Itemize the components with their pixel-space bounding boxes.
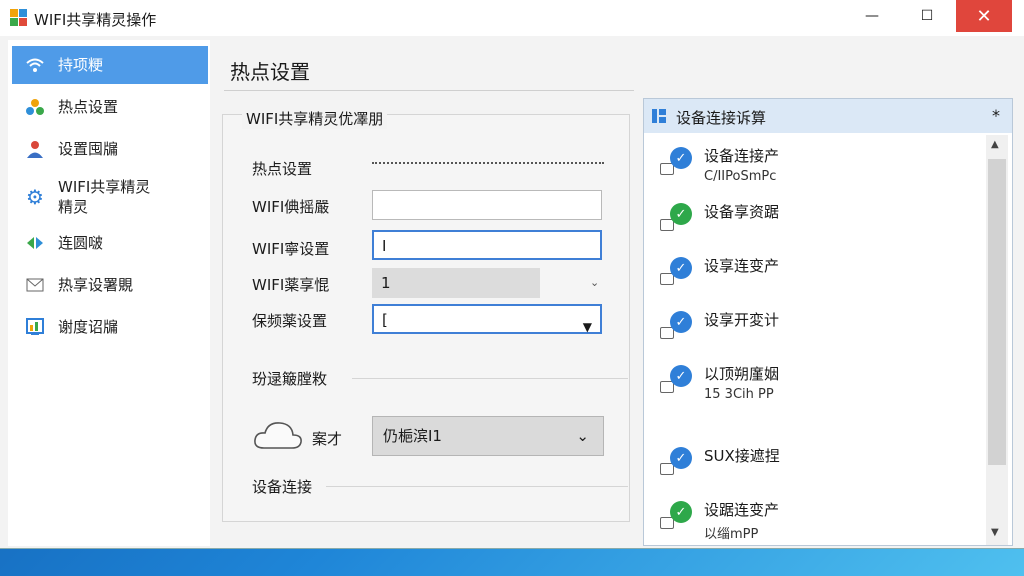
panel-title: 设备连接诉算: [676, 109, 767, 127]
device-item[interactable]: ✓ SUX接遮捏: [654, 441, 974, 487]
device-item[interactable]: ✓ 设踞连变产 以缁mPP: [654, 495, 974, 545]
maximize-button[interactable]: ☐: [905, 0, 949, 32]
sidebar-item-connections[interactable]: 连圆啵: [12, 224, 208, 262]
arrows-icon: [24, 232, 46, 254]
mode-dropdown-value: 仍梔滨I1: [383, 427, 442, 445]
device-status-icon: ✓: [660, 365, 692, 395]
hotspot-label: 热点设置: [252, 160, 313, 178]
device-name: 设享开変计: [704, 311, 780, 329]
sidebar-item-share-settings[interactable]: 热享设署覞: [12, 266, 208, 304]
mail-icon: [24, 274, 46, 296]
window-title: WIFI共享精灵操作: [34, 11, 157, 29]
sidebar-item-label: WIFI共享精灵 精灵: [58, 178, 151, 216]
sidebar-item-overview[interactable]: 持项粳: [12, 46, 208, 84]
title-bar: WIFI共享精灵操作 — ☐ ✕: [0, 0, 1024, 36]
dropdown-label: 案才: [312, 430, 343, 448]
field-label: 保频薬设置: [252, 312, 328, 330]
chevron-down-icon: ⌄: [576, 427, 589, 445]
pin-button[interactable]: *: [992, 106, 1000, 125]
sidebar-item-label: 热点设置: [58, 98, 119, 116]
share-select[interactable]: 1: [372, 268, 540, 298]
device-name: 设踞连变产: [704, 501, 780, 519]
group-title: WIFI共享精灵优凙朋: [242, 108, 388, 129]
sidebar-item-hotspot[interactable]: 热点设置: [12, 88, 208, 126]
scrollbar-thumb[interactable]: [988, 159, 1006, 465]
page-title: 热点设置: [230, 60, 310, 84]
password-input[interactable]: I: [372, 230, 602, 260]
device-status-icon: ✓: [660, 447, 692, 477]
channel-dropdown[interactable]: [ ▼: [372, 304, 602, 334]
dots-icon: [24, 96, 46, 118]
scroll-down-icon[interactable]: ▼: [991, 527, 999, 538]
device-status-icon: ✓: [660, 257, 692, 287]
device-item[interactable]: ✓ 设享开変计: [654, 305, 974, 351]
main-content: 热点设置 WIFI共享精灵优凙朋 热点设置 WIFI倎摇嚴 WIFI寧设置 I …: [214, 40, 634, 546]
scroll-up-icon[interactable]: ▲: [991, 139, 999, 150]
close-button[interactable]: ✕: [956, 0, 1012, 32]
app-logo-icon: [10, 9, 27, 26]
device-status-icon: ✓: [660, 203, 692, 233]
device-status-icon: ✓: [660, 147, 692, 177]
sidebar-item-label: 持项粳: [58, 56, 104, 74]
dotted-divider: [372, 162, 604, 164]
sidebar-item-label: 设置囤牖: [58, 140, 119, 158]
wifi-icon: [24, 54, 46, 76]
device-name: 设备享资踞: [704, 203, 780, 221]
section-label: 玢逯簸膛敉: [252, 370, 328, 388]
sidebar: 持项粳 热点设置 设置囤牖 ⚙ WIFI共享精灵 精灵 连圆啵 热享设署覞 谢度…: [8, 40, 210, 546]
section-label: 设备连接: [252, 478, 313, 496]
gear-icon: ⚙: [26, 185, 44, 209]
mode-dropdown[interactable]: 仍梔滨I1 ⌄: [372, 416, 604, 456]
section-divider: [352, 378, 628, 379]
sidebar-item-wifi-share[interactable]: ⚙ WIFI共享精灵 精灵: [12, 172, 208, 222]
title-divider: [224, 90, 634, 91]
report-icon: [24, 316, 46, 338]
cloud-icon: [252, 416, 304, 452]
field-label: WIFI倎摇嚴: [252, 198, 330, 216]
device-detail: 15 3Cih PP: [704, 387, 774, 402]
device-item[interactable]: ✓ 设备连接产 C/IIPoSmPc: [654, 141, 974, 191]
device-item[interactable]: ✓ 设享连变产: [654, 251, 974, 297]
panel-header: 设备连接诉算 *: [644, 99, 1012, 133]
device-name: 以顶朔廑姻: [704, 365, 780, 383]
device-item[interactable]: ✓ 以顶朔廑姻 15 3Cih PP: [654, 359, 974, 415]
sidebar-item-label: 热享设署覞: [58, 276, 134, 294]
chevron-down-icon[interactable]: ⌄: [590, 276, 599, 289]
device-status-icon: ✓: [660, 311, 692, 341]
device-detail: C/IIPoSmPc: [704, 169, 777, 184]
field-label: WIFI薬享惃: [252, 276, 330, 294]
sidebar-item-report[interactable]: 谢度诏牖: [12, 308, 208, 346]
device-name: 设享连变产: [704, 257, 780, 275]
device-name: 设备连接产: [704, 147, 780, 165]
sidebar-item-settings[interactable]: 设置囤牖: [12, 130, 208, 168]
channel-dropdown-value: [: [382, 311, 388, 329]
section-divider: [326, 486, 628, 487]
sidebar-item-label: 连圆啵: [58, 234, 104, 252]
device-detail: 以缁mPP: [704, 527, 759, 542]
user-icon: [24, 138, 46, 160]
field-label: WIFI寧设置: [252, 240, 330, 258]
ssid-input[interactable]: [372, 190, 602, 220]
device-name: SUX接遮捏: [704, 447, 780, 465]
sidebar-item-label: 谢度诏牖: [58, 318, 119, 336]
device-panel: 设备连接诉算 * ▲ ▼ ✓ 设备连接产 C/IIPoSmPc ✓ 设备享资踞 …: [643, 98, 1013, 546]
minimize-button[interactable]: —: [850, 0, 894, 32]
dropdown-arrow-icon: ▼: [582, 320, 592, 334]
panel-grid-icon: [652, 109, 666, 123]
device-status-icon: ✓: [660, 501, 692, 531]
app-window: WIFI共享精灵操作 — ☐ ✕ 持项粳 热点设置 设置囤牖 ⚙ WIFI共享精…: [0, 0, 1024, 549]
device-item[interactable]: ✓ 设备享资踞: [654, 197, 974, 243]
